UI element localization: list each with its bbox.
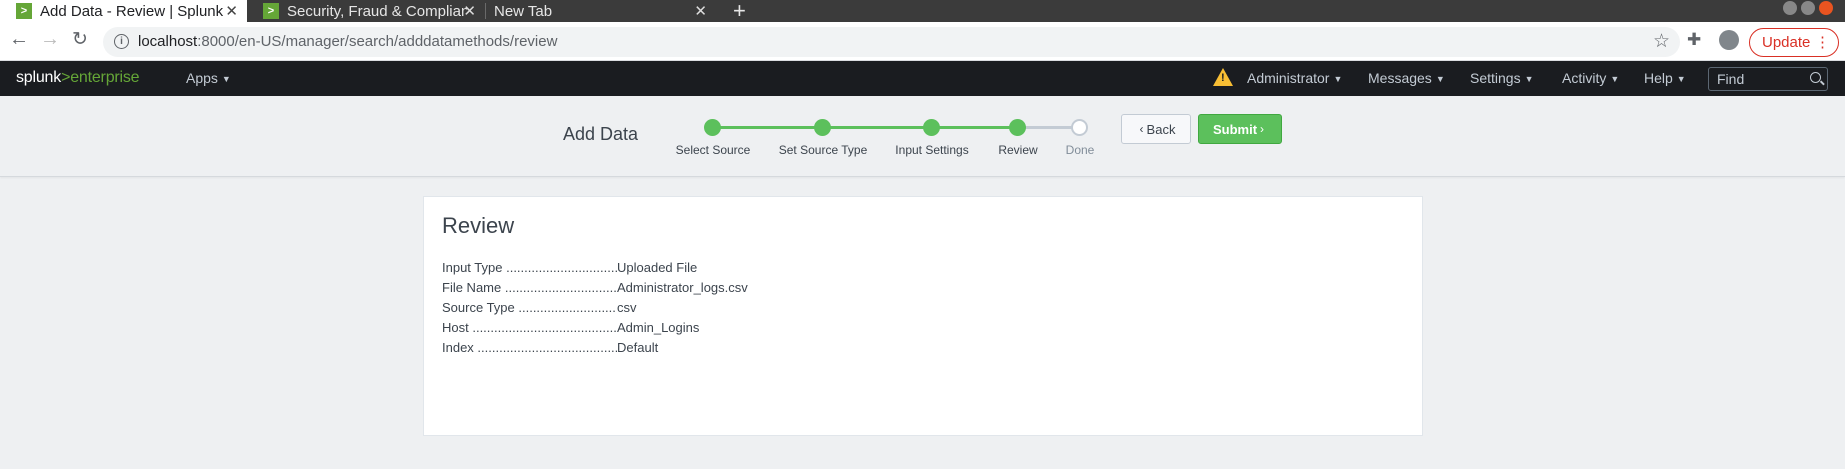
tab-close-icon[interactable]: ✕ xyxy=(225,2,238,20)
browser-toolbar: ← → ↻ i localhost:8000/en-US/manager/sea… xyxy=(0,22,1845,61)
browser-tab-security[interactable]: > Security, Fraud & Compliance ✕ xyxy=(247,0,485,22)
administrator-menu[interactable]: Administrator ▼ xyxy=(1247,70,1342,86)
caret-down-icon: ▼ xyxy=(1435,74,1445,84)
find-search-input[interactable]: Find xyxy=(1708,67,1828,91)
help-menu[interactable]: Help ▼ xyxy=(1644,70,1686,86)
browser-update-button[interactable]: Update ⋮ xyxy=(1749,28,1839,57)
reload-icon[interactable]: ↻ xyxy=(72,28,88,51)
step-label-select-source: Select Source xyxy=(675,143,751,157)
caret-down-icon: ▼ xyxy=(1333,74,1343,84)
caret-down-icon: ▼ xyxy=(1676,74,1686,84)
tab-title: Add Data - Review | Splunk xyxy=(40,2,224,20)
caret-down-icon: ▼ xyxy=(1524,74,1534,84)
review-row-host: Host Admin_Logins xyxy=(442,320,748,340)
caret-down-icon: ▼ xyxy=(221,74,231,84)
extensions-puzzle-icon[interactable]: ✚ xyxy=(1687,30,1701,50)
maximize-window-icon[interactable] xyxy=(1801,1,1815,15)
review-row-file-name: File Name Administrator_logs.csv xyxy=(442,280,748,300)
review-row-input-type: Input Type Uploaded File xyxy=(442,260,748,280)
settings-menu[interactable]: Settings ▼ xyxy=(1470,70,1534,86)
splunk-favicon-icon: > xyxy=(16,3,32,19)
review-value: csv xyxy=(617,300,637,315)
wizard-title: Add Data xyxy=(563,124,639,144)
review-label: Index xyxy=(442,340,617,360)
review-row-index: Index Default xyxy=(442,340,748,360)
step-dot-select-source xyxy=(704,119,721,136)
tab-title: New Tab xyxy=(494,2,553,20)
add-data-wizard-bar: Add Data Select Source Set Source Type I… xyxy=(0,96,1845,177)
step-dot-set-source-type xyxy=(814,119,831,136)
minimize-window-icon[interactable] xyxy=(1783,1,1797,15)
step-label-input-settings: Input Settings xyxy=(895,143,969,157)
step-progress-line-done xyxy=(713,126,1022,129)
step-label-done: Done xyxy=(1065,143,1095,157)
activity-menu[interactable]: Activity ▼ xyxy=(1562,70,1619,86)
update-label: Update xyxy=(1762,34,1811,51)
review-panel: Review Input Type Uploaded File File Nam… xyxy=(423,196,1423,436)
review-value: Uploaded File xyxy=(617,260,698,275)
splunk-top-nav: splunk>enterprise Apps ▼ ! Administrator ▼… xyxy=(0,61,1845,96)
review-row-source-type: Source Type csv xyxy=(442,300,748,320)
review-value: Admin_Logins xyxy=(617,320,700,335)
review-value: Administrator_logs.csv xyxy=(617,280,748,295)
close-window-icon[interactable] xyxy=(1819,1,1833,15)
warning-icon[interactable]: ! xyxy=(1213,68,1233,86)
url-text: localhost:8000/en-US/manager/search/addd… xyxy=(138,33,558,50)
caret-down-icon: ▼ xyxy=(1610,74,1620,84)
messages-menu[interactable]: Messages ▼ xyxy=(1368,70,1445,86)
browser-tab-strip: > Add Data - Review | Splunk ✕ > Securit… xyxy=(0,0,1845,24)
splunk-favicon-icon: > xyxy=(263,3,279,19)
bookmark-star-icon[interactable]: ☆ xyxy=(1653,30,1670,53)
tab-title: Security, Fraud & Compliance xyxy=(287,2,467,20)
browser-tab-new-tab[interactable]: New Tab ✕ xyxy=(486,0,716,22)
review-label: Source Type xyxy=(442,300,617,320)
address-bar[interactable]: i localhost:8000/en-US/manager/search/ad… xyxy=(103,27,1680,57)
review-title: Review xyxy=(442,213,515,238)
back-arrow-icon[interactable]: ← xyxy=(9,28,29,51)
browser-tab-add-data[interactable]: > Add Data - Review | Splunk ✕ xyxy=(0,0,247,22)
step-label-review: Review xyxy=(998,143,1038,157)
review-label: File Name xyxy=(442,280,617,300)
find-placeholder: Find xyxy=(1717,71,1745,87)
splunk-logo[interactable]: splunk>enterprise xyxy=(16,69,140,87)
more-menu-icon: ⋮ xyxy=(1815,34,1830,51)
tab-close-icon[interactable]: ✕ xyxy=(694,2,707,20)
site-info-icon[interactable]: i xyxy=(114,34,129,49)
new-tab-plus-icon[interactable]: + xyxy=(733,0,746,24)
apps-menu[interactable]: Apps ▼ xyxy=(186,70,231,86)
submit-button[interactable]: Submit › xyxy=(1198,114,1282,144)
search-icon[interactable] xyxy=(1810,72,1821,83)
chevron-left-icon: ‹ xyxy=(1139,122,1144,136)
review-value: Default xyxy=(617,340,659,355)
review-list: Input Type Uploaded File File Name Admin… xyxy=(442,260,748,360)
step-dot-input-settings xyxy=(923,119,940,136)
step-label-set-source-type: Set Source Type xyxy=(778,143,868,157)
step-dot-review xyxy=(1009,119,1026,136)
review-label: Input Type xyxy=(442,260,617,280)
tab-close-icon[interactable]: ✕ xyxy=(463,2,476,20)
chevron-right-icon: › xyxy=(1260,122,1265,136)
step-dot-done xyxy=(1071,119,1088,136)
forward-arrow-icon[interactable]: → xyxy=(40,28,60,51)
review-label: Host xyxy=(442,320,617,340)
profile-avatar-icon[interactable] xyxy=(1719,30,1739,50)
back-button[interactable]: ‹ Back xyxy=(1121,114,1191,144)
